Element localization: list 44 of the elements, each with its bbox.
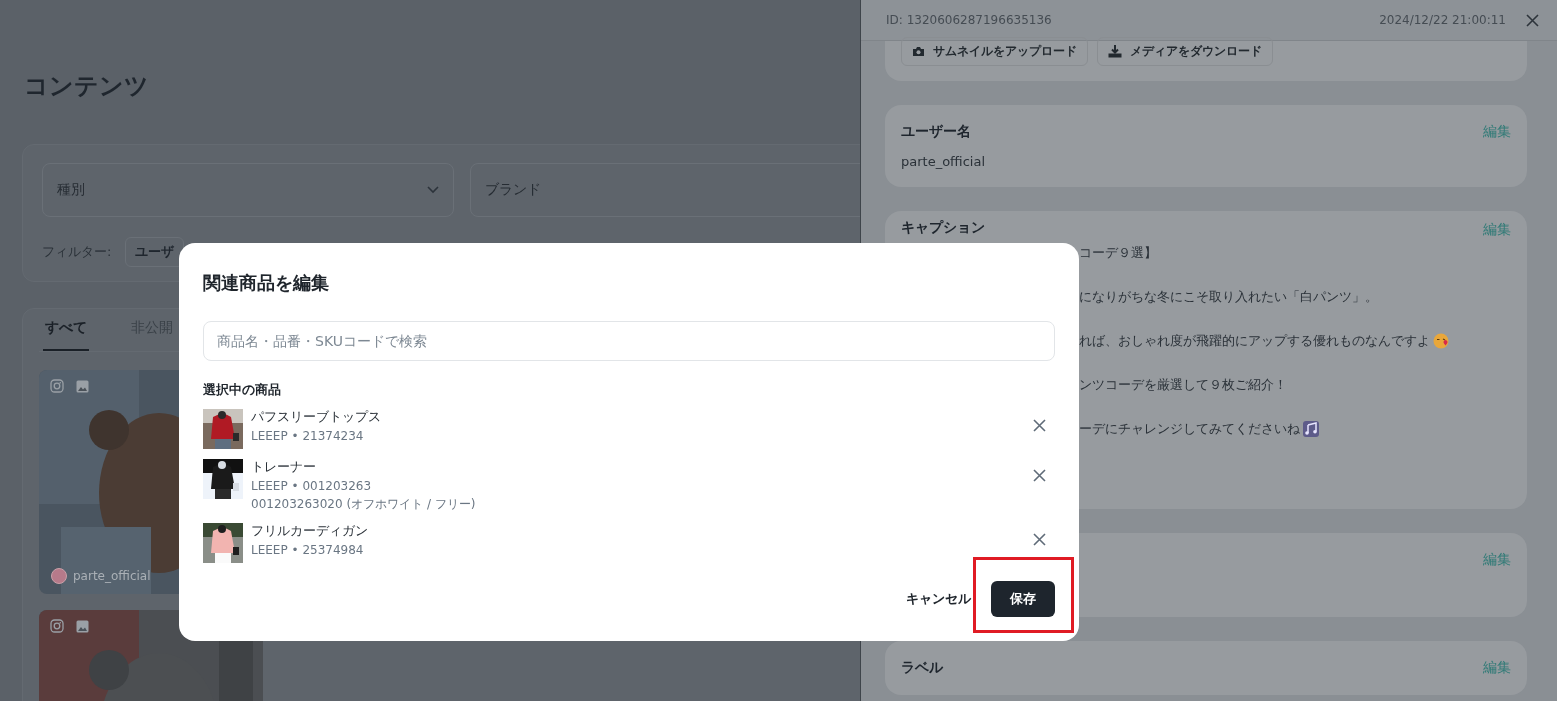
close-icon[interactable] <box>1033 469 1046 482</box>
caption-line: コーデ９選】 <box>1079 244 1157 262</box>
section-title: キャプション <box>901 219 985 237</box>
media-button[interactable]: メディアをダウンロード <box>1097 37 1273 66</box>
chevron-down-icon <box>427 186 439 194</box>
content-id: ID: 1320606287196635136 <box>886 13 1053 27</box>
timestamp: 2024/12/22 21:00:11 <box>1379 13 1506 27</box>
caption-line: れば、おしゃれ度が飛躍的にアップする優れものなんですよ <box>1079 332 1430 350</box>
product-name: フリルカーディガン <box>251 522 369 540</box>
product-name: パフスリーブトップス <box>251 408 382 426</box>
close-icon[interactable] <box>1033 533 1046 546</box>
dialog-title: 関連商品を編集 <box>203 271 330 295</box>
edit-link[interactable]: 編集 <box>1483 551 1511 569</box>
product-code: 001203263020 (オフホワイト / フリー) <box>251 496 477 513</box>
product-code: LEEEP • 25374984 <box>251 542 365 559</box>
kiss-face-icon <box>1433 333 1449 349</box>
caption-line: ーデにチャレンジしてみてくださいね <box>1079 420 1300 438</box>
product-name: トレーナー <box>251 458 317 476</box>
close-icon[interactable] <box>1033 419 1046 432</box>
type-select[interactable]: 種別 <box>42 163 454 217</box>
cancel-button[interactable]: キャンセル <box>906 582 971 616</box>
product-code: LEEEP • 001203263 <box>251 478 373 495</box>
caption-line: ンツコーデを厳選して９枚ご紹介！ <box>1079 376 1287 394</box>
edit-link[interactable]: 編集 <box>1483 221 1511 239</box>
instagram-icon <box>50 619 64 633</box>
music-note-icon <box>1303 421 1319 437</box>
edit-link[interactable]: 編集 <box>1483 659 1511 677</box>
close-icon[interactable] <box>1526 13 1539 27</box>
section-title: ラベル <box>901 659 943 677</box>
save-button[interactable]: 保存 <box>991 581 1055 617</box>
instagram-icon <box>50 379 64 393</box>
caption-line: parte_official <box>901 153 986 169</box>
edit-link[interactable]: 編集 <box>1483 123 1511 141</box>
tab[interactable]: すべて <box>43 309 89 351</box>
camera-icon <box>912 46 925 57</box>
caption-line: になりがちな冬にこそ取り入れたい「白パンツ」。 <box>1079 288 1378 306</box>
product-code: LEEEP • 21374234 <box>251 428 365 445</box>
section-title: ユーザー名 <box>901 123 971 141</box>
page-title: コンテンツ <box>24 71 150 102</box>
media-button[interactable]: サムネイルをアップロード <box>901 37 1088 66</box>
selected-heading: 選択中の商品 <box>203 381 282 399</box>
search-field[interactable]: 商品名・品番・SKUコードで検索 <box>203 321 1055 361</box>
account-name: parte_official <box>73 569 151 583</box>
download-icon <box>1108 45 1122 58</box>
